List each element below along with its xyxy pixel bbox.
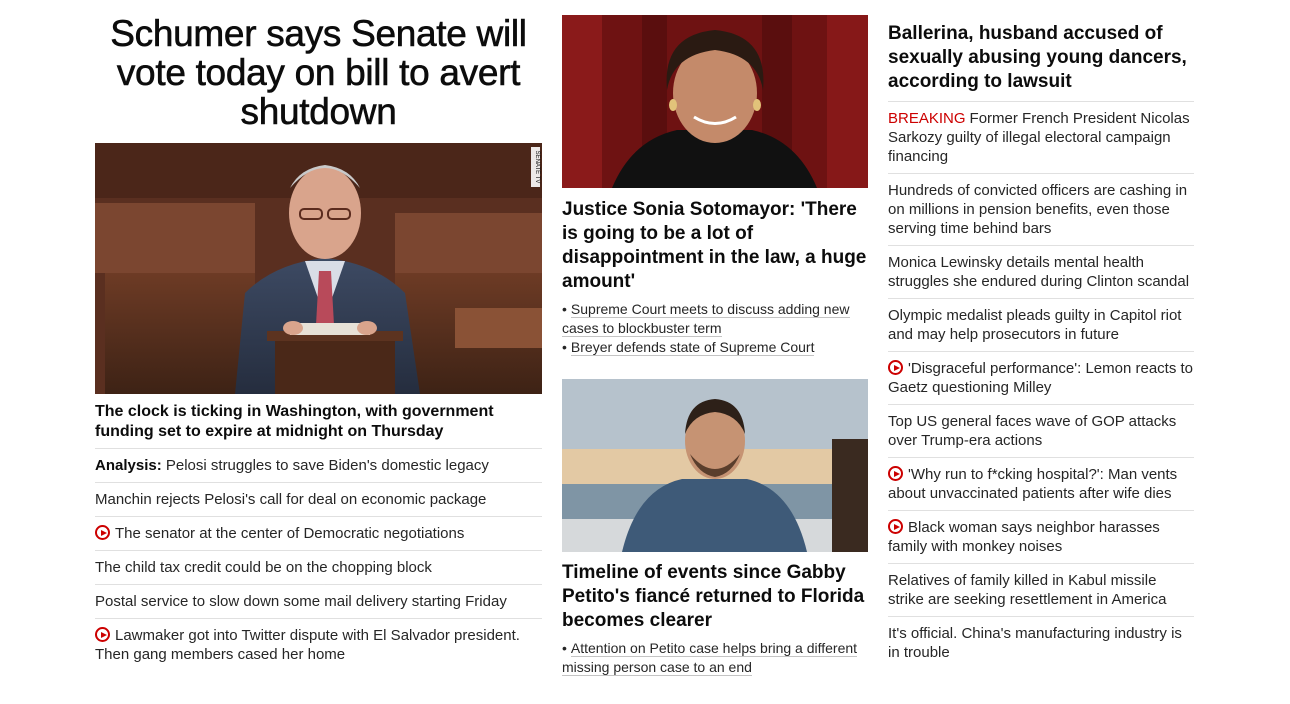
bullet: •: [562, 301, 567, 317]
lead-related-stories: Analysis: Pelosi struggles to save Biden…: [95, 449, 542, 671]
petito-headline-link[interactable]: Timeline of events since Gabby Petito's …: [562, 561, 868, 633]
story-link[interactable]: Pelosi struggles to save Biden's domesti…: [166, 457, 489, 474]
sotomayor-photo: [562, 15, 868, 188]
story-link[interactable]: Postal service to slow down some mail de…: [95, 593, 507, 610]
story-link[interactable]: Hundreds of convicted officers are cashi…: [888, 182, 1187, 237]
list-item[interactable]: Black woman says neighbor harasses famil…: [888, 511, 1194, 564]
play-video-icon: [888, 519, 903, 534]
play-video-icon: [888, 360, 903, 375]
story-link[interactable]: 'Why run to f*cking hospital?': Man vent…: [888, 466, 1177, 502]
list-item[interactable]: It's official. China's manufacturing ind…: [888, 617, 1194, 669]
lead-story-column: Schumer says Senate will vote today on b…: [95, 14, 542, 671]
story-link[interactable]: Monica Lewinsky details mental health st…: [888, 254, 1189, 290]
sotomayor-headline: Justice Sonia Sotomayor: 'There is going…: [562, 199, 867, 292]
list-item[interactable]: Top US general faces wave of GOP attacks…: [888, 405, 1194, 458]
story-link[interactable]: Manchin rejects Pelosi's call for deal o…: [95, 491, 486, 508]
list-item[interactable]: Hundreds of convicted officers are cashi…: [888, 174, 1194, 246]
play-video-icon: [888, 466, 903, 481]
breaking-label: BREAKING: [888, 110, 966, 127]
senate-tv-watermark: SENATE TV: [534, 151, 540, 184]
list-item[interactable]: Monica Lewinsky details mental health st…: [888, 246, 1194, 299]
list-item: • Attention on Petito case helps bring a …: [562, 639, 868, 677]
related-link[interactable]: Attention on Petito case helps bring a d…: [562, 640, 858, 676]
story-link[interactable]: Lawmaker got into Twitter dispute with E…: [95, 627, 520, 663]
story-link[interactable]: The child tax credit could be on the cho…: [95, 559, 432, 576]
list-item[interactable]: Lawmaker got into Twitter dispute with E…: [95, 619, 542, 671]
list-item[interactable]: 'Disgraceful performance': Lemon reacts …: [888, 352, 1194, 405]
lead-story-image[interactable]: SENATE TV: [95, 143, 542, 394]
analysis-label: Analysis:: [95, 457, 162, 474]
lead-caption-link[interactable]: The clock is ticking in Washington, with…: [95, 402, 542, 449]
sotomayor-story-image[interactable]: [562, 15, 868, 188]
middle-stories-column: Justice Sonia Sotomayor: 'There is going…: [562, 15, 868, 677]
bullet: •: [562, 339, 567, 355]
related-link[interactable]: Breyer defends state of Supreme Court: [570, 339, 815, 356]
list-item[interactable]: The child tax credit could be on the cho…: [95, 551, 542, 585]
lead-headline-link[interactable]: Schumer says Senate will vote today on b…: [95, 13, 542, 132]
ballerina-headline-link[interactable]: Ballerina, husband accused of sexually a…: [888, 22, 1194, 102]
list-item: • Supreme Court meets to discuss adding n…: [562, 300, 868, 338]
sotomayor-related-links: • Supreme Court meets to discuss adding n…: [562, 300, 868, 357]
list-item[interactable]: Manchin rejects Pelosi's call for deal o…: [95, 483, 542, 517]
story-link[interactable]: The senator at the center of Democratic …: [115, 525, 464, 542]
petito-headline: Timeline of events since Gabby Petito's …: [562, 562, 865, 631]
story-link[interactable]: Relatives of family killed in Kabul miss…: [888, 572, 1166, 608]
senate-floor-photo: SENATE TV: [95, 143, 542, 394]
petito-related-links: • Attention on Petito case helps bring a …: [562, 639, 868, 677]
list-item[interactable]: 'Why run to f*cking hospital?': Man vent…: [888, 458, 1194, 511]
story-link[interactable]: It's official. China's manufacturing ind…: [888, 625, 1182, 661]
list-item[interactable]: Olympic medalist pleads guilty in Capito…: [888, 299, 1194, 352]
bullet: •: [562, 640, 567, 656]
story-link[interactable]: Top US general faces wave of GOP attacks…: [888, 413, 1176, 449]
petito-story-image[interactable]: [562, 379, 868, 552]
related-link[interactable]: Supreme Court meets to discuss adding ne…: [562, 301, 850, 337]
story-link[interactable]: Olympic medalist pleads guilty in Capito…: [888, 307, 1181, 343]
lead-headline: Schumer says Senate will vote today on b…: [110, 13, 527, 132]
list-item[interactable]: Relatives of family killed in Kabul miss…: [888, 564, 1194, 617]
play-video-icon: [95, 525, 110, 540]
beach-portrait-photo: [562, 379, 868, 552]
sotomayor-headline-link[interactable]: Justice Sonia Sotomayor: 'There is going…: [562, 198, 868, 294]
list-item[interactable]: BREAKING Former French President Nicolas …: [888, 102, 1194, 174]
story-link[interactable]: 'Disgraceful performance': Lemon reacts …: [888, 360, 1193, 396]
play-video-icon: [95, 627, 110, 642]
ballerina-headline: Ballerina, husband accused of sexually a…: [888, 22, 1194, 102]
right-story-list: BREAKING Former French President Nicolas …: [888, 102, 1194, 669]
list-item[interactable]: The senator at the center of Democratic …: [95, 517, 542, 551]
story-link[interactable]: Black woman says neighbor harasses famil…: [888, 519, 1160, 555]
list-item[interactable]: Postal service to slow down some mail de…: [95, 585, 542, 619]
lead-caption: The clock is ticking in Washington, with…: [95, 402, 542, 449]
list-item: • Breyer defends state of Supreme Court: [562, 338, 868, 357]
right-stories-column: Ballerina, husband accused of sexually a…: [888, 22, 1194, 669]
list-item[interactable]: Analysis: Pelosi struggles to save Biden…: [95, 449, 542, 483]
